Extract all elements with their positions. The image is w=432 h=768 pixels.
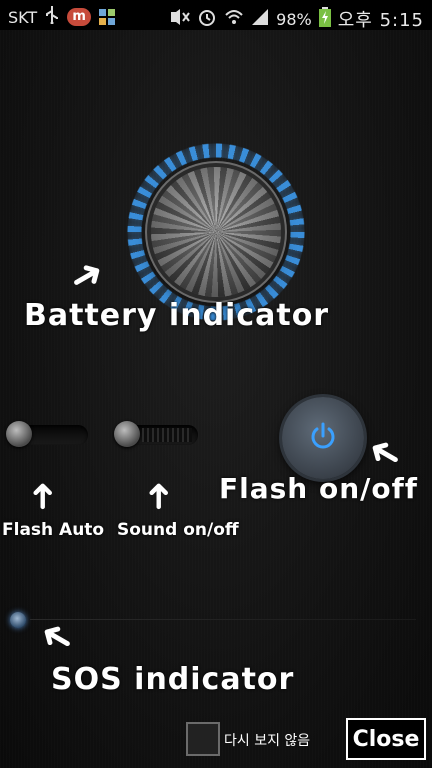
flash-onoff-label: Flash on/off xyxy=(219,472,418,505)
flash-auto-label: Flash Auto xyxy=(2,520,105,540)
divider xyxy=(30,619,416,620)
flash-auto-toggle-thumb[interactable] xyxy=(6,421,32,447)
usb-icon xyxy=(45,6,59,28)
sound-onoff-label: Sound on/off xyxy=(117,520,239,540)
sos-indicator-label: SOS indicator xyxy=(51,662,295,697)
alarm-icon xyxy=(197,8,217,30)
clock: 오후 5:15 xyxy=(337,10,424,31)
status-bar: SKT m 98% 오후 5:15 xyxy=(0,0,432,32)
close-button[interactable]: Close xyxy=(346,718,426,760)
battery-icon xyxy=(318,7,331,31)
sound-toggle[interactable] xyxy=(114,421,198,447)
status-right: 98% 오후 5:15 xyxy=(170,6,424,32)
battery-percent: 98% xyxy=(276,9,312,29)
dont-show-again-label[interactable]: 다시 보지 않음 xyxy=(224,730,310,750)
battery-indicator-label: Battery indicator xyxy=(24,298,330,333)
carrier-label: SKT xyxy=(8,7,38,27)
battery-knob-dial[interactable] xyxy=(151,167,281,297)
signal-icon xyxy=(251,8,269,30)
arrow-icon: ➜ xyxy=(22,480,64,512)
arrow-icon: ➜ xyxy=(138,480,180,512)
dont-show-again-checkbox[interactable] xyxy=(186,722,220,756)
flash-power-button[interactable] xyxy=(282,397,364,479)
sos-indicator-light[interactable] xyxy=(10,612,26,628)
wifi-icon xyxy=(224,8,244,30)
widget-grid-icon xyxy=(99,9,116,25)
flash-auto-toggle[interactable] xyxy=(6,421,88,447)
app-notification-icon: m xyxy=(67,8,92,26)
mute-icon xyxy=(170,8,190,30)
sound-toggle-thumb[interactable] xyxy=(114,421,140,447)
status-left: SKT m xyxy=(8,6,116,28)
battery-knob[interactable] xyxy=(126,142,306,322)
power-icon xyxy=(311,422,335,449)
